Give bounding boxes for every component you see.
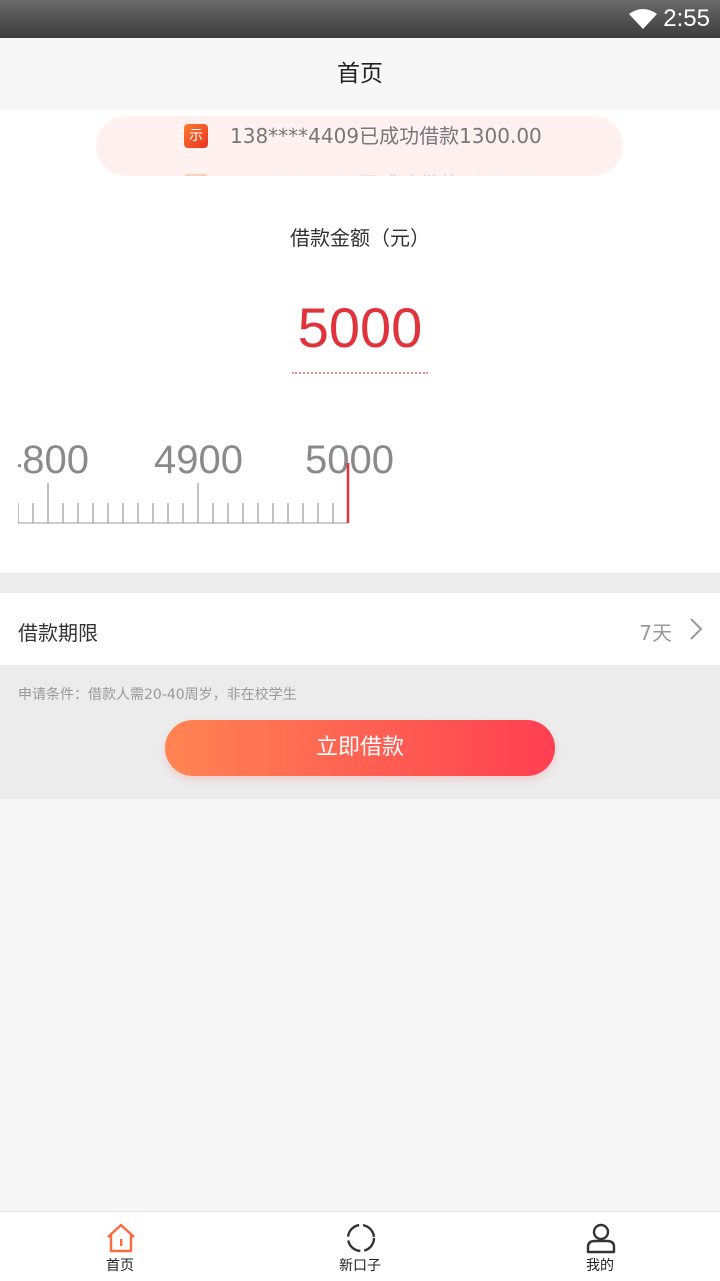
page-title: 首页 (0, 38, 720, 110)
apply-section: 申请条件：借款人需20-40周岁，非在校学生 立即借款 (0, 665, 720, 799)
loan-period-label: 借款期限 (18, 621, 98, 645)
loan-amount-card: 示 138****4409已成功借款1300.00 示 177****7588已… (0, 110, 720, 573)
ticker-item: 138****4409已成功借款1300.00 (230, 124, 542, 148)
circle-dashed-icon (346, 1223, 376, 1253)
notice-badge-icon: 示 (184, 124, 208, 148)
nav-label: 新口子 (339, 1258, 381, 1274)
nav-label: 首页 (106, 1258, 134, 1274)
amount-ruler-slider[interactable]: 4800 4900 5000 (18, 430, 418, 540)
section-divider (0, 573, 720, 593)
apply-loan-button[interactable]: 立即借款 (165, 720, 555, 776)
nav-label: 我的 (586, 1258, 614, 1274)
amount-value[interactable]: 5000 (0, 295, 720, 360)
loan-period-row[interactable]: 借款期限 7天 (0, 593, 720, 665)
chevron-right-icon (690, 618, 703, 640)
status-time: 2:55 (663, 5, 710, 32)
ruler-ticks (18, 463, 350, 524)
user-icon (586, 1223, 616, 1254)
amount-underline (292, 372, 428, 374)
loan-period-value: 7天 (639, 621, 672, 645)
wifi-icon (629, 9, 657, 29)
apply-conditions: 申请条件：借款人需20-40周岁，非在校学生 (18, 687, 297, 703)
bottom-nav: 首页 新口子 我的 (0, 1211, 720, 1281)
notice-badge-icon: 示 (184, 174, 208, 176)
nav-item-new[interactable]: 新口子 (240, 1212, 480, 1281)
status-bar: 2:55 (0, 0, 720, 38)
amount-label: 借款金额（元） (290, 226, 430, 250)
loan-ticker: 示 138****4409已成功借款1300.00 示 177****7588已… (96, 116, 623, 176)
ticker-item: 177****7588已成功借款1000.00 (230, 164, 542, 176)
home-icon (107, 1223, 135, 1253)
nav-item-home[interactable]: 首页 (0, 1212, 240, 1281)
nav-item-mine[interactable]: 我的 (480, 1212, 720, 1281)
